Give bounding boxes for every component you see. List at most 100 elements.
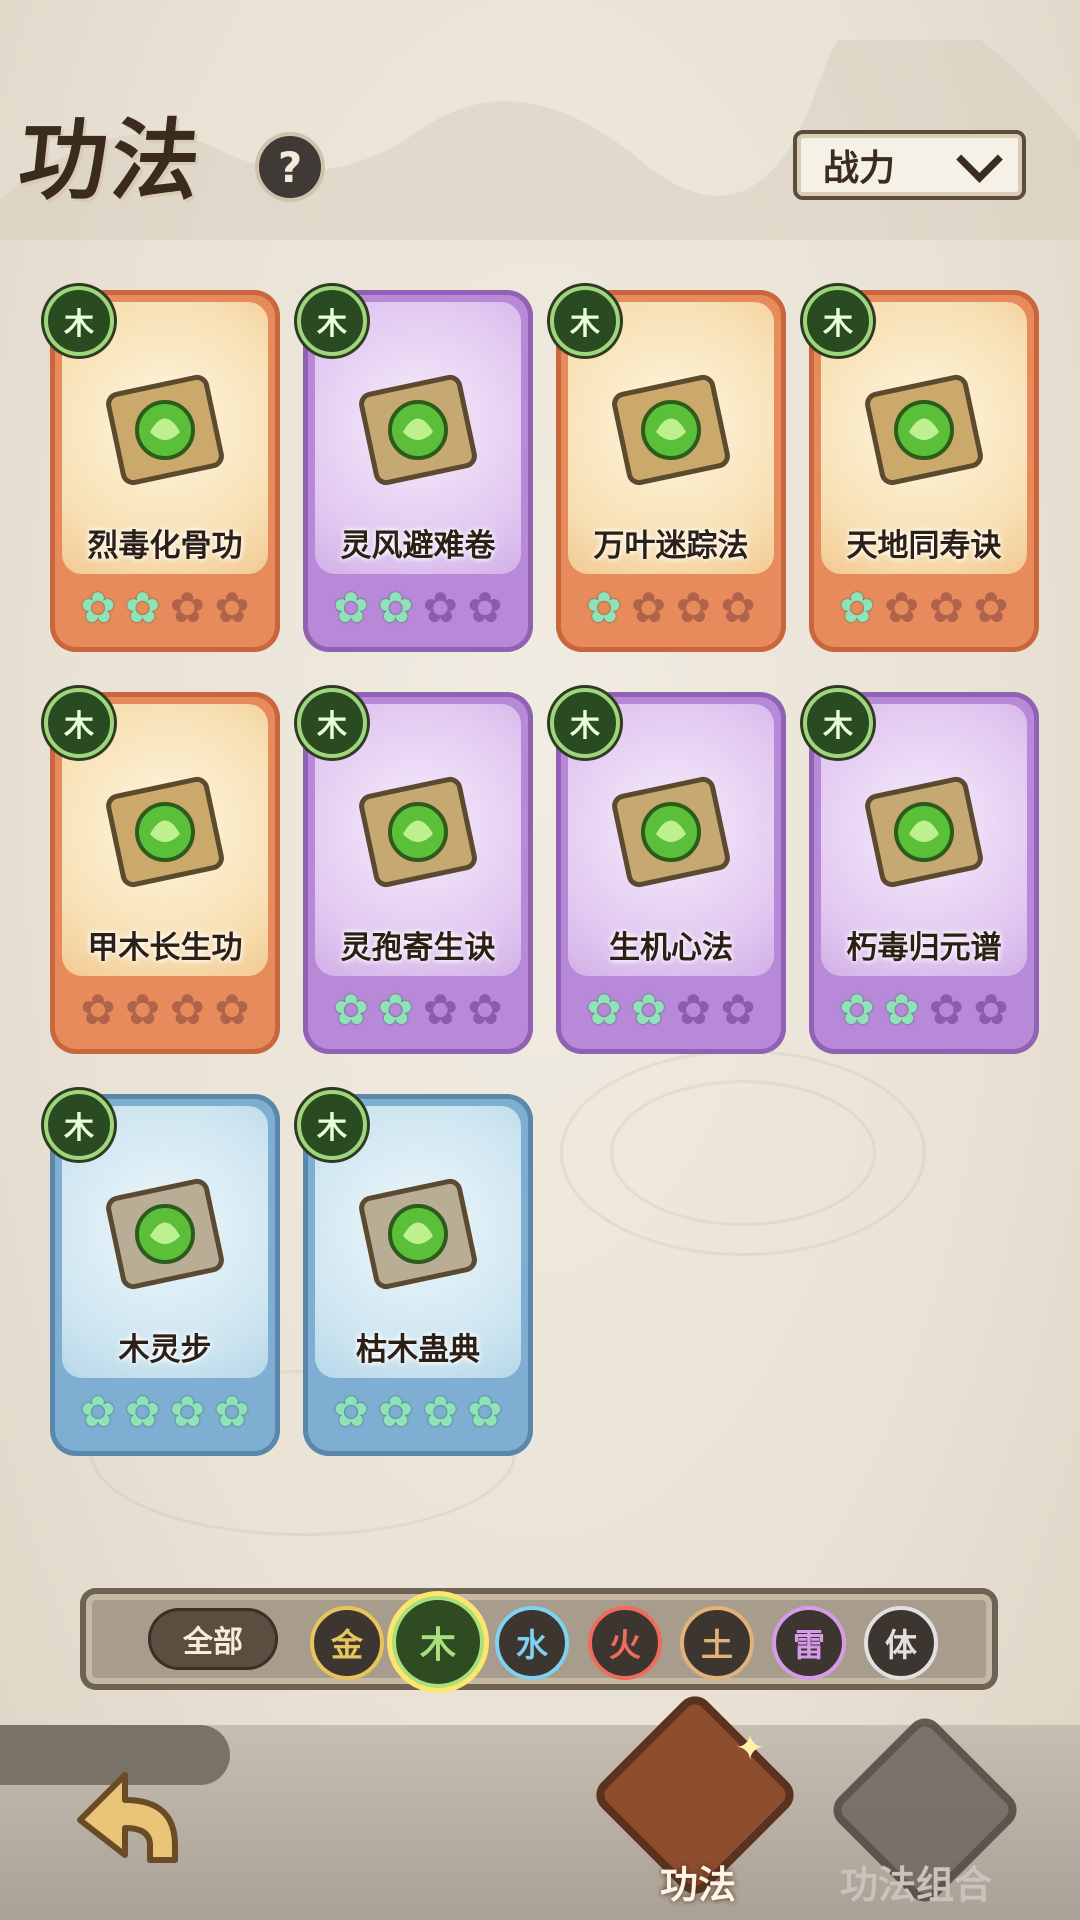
star-rating: ✿ ✿ ✿ ✿ (76, 585, 254, 631)
skill-card-name: 枯木蛊典 (356, 1332, 480, 1368)
help-icon[interactable]: ? (255, 132, 325, 202)
filter-element-chip[interactable]: 金 (310, 1606, 384, 1680)
skill-card-name: 万叶迷踪法 (593, 528, 749, 564)
skill-card-name: 朽毒归元谱 (846, 930, 1002, 966)
star-rating: ✿ ✿ ✿ ✿ (329, 987, 507, 1033)
star-icon: ✿ (214, 583, 250, 632)
star-icon: ✿ (720, 985, 756, 1034)
skill-card[interactable]: 朽毒归元谱 ✿ ✿ ✿ ✿ 木 (803, 688, 1039, 1054)
star-rating: ✿ ✿ ✿ ✿ (329, 1389, 507, 1435)
star-icon: ✿ (80, 583, 116, 632)
dragon-frame-poison-skull-icon (106, 374, 224, 486)
element-badge: 木 (44, 286, 114, 356)
star-icon: ✿ (928, 583, 964, 632)
star-icon: ✿ (169, 985, 205, 1034)
star-icon: ✿ (125, 985, 161, 1034)
star-icon: ✿ (214, 985, 250, 1034)
skill-card-name: 生机心法 (609, 930, 733, 966)
star-icon: ✿ (125, 583, 161, 632)
tab-gongfa-combo-label[interactable]: 功法组合 (840, 1854, 992, 1909)
star-icon: ✿ (422, 985, 458, 1034)
element-badge: 木 (44, 688, 114, 758)
element-badge: 木 (550, 286, 620, 356)
dragon-frame-statue-icon (865, 374, 983, 486)
star-icon: ✿ (839, 985, 875, 1034)
skill-card[interactable]: 灵孢寄生诀 ✿ ✿ ✿ ✿ 木 (297, 688, 533, 1054)
page-title: 功法 (14, 108, 209, 212)
star-rating: ✿ ✿ ✿ ✿ (835, 585, 1013, 631)
skill-card[interactable]: 万叶迷踪法 ✿ ✿ ✿ ✿ 木 (550, 286, 786, 652)
star-icon: ✿ (675, 583, 711, 632)
tab-gongfa-label[interactable]: 功法 (660, 1854, 736, 1909)
star-icon: ✿ (467, 583, 503, 632)
star-icon: ✿ (586, 583, 622, 632)
star-icon: ✿ (467, 985, 503, 1034)
filter-element-chip[interactable]: 水 (495, 1606, 569, 1680)
skill-card[interactable]: 枯木蛊典 ✿ ✿ ✿ ✿ 木 (297, 1090, 533, 1456)
book-leaf-icon (106, 1178, 224, 1290)
scroll-skull-icon (865, 776, 983, 888)
element-badge: 木 (803, 688, 873, 758)
sort-dropdown[interactable]: 战力 (793, 130, 1026, 200)
star-icon: ✿ (884, 583, 920, 632)
element-badge: 木 (550, 688, 620, 758)
skill-card[interactable]: 灵风避难卷 ✿ ✿ ✿ ✿ 木 (297, 286, 533, 652)
skill-card[interactable]: 生机心法 ✿ ✿ ✿ ✿ 木 (550, 688, 786, 1054)
filter-element-chip[interactable]: 体 (864, 1606, 938, 1680)
filter-element-chip[interactable]: 雷 (772, 1606, 846, 1680)
star-icon: ✿ (333, 985, 369, 1034)
star-icon: ✿ (169, 583, 205, 632)
star-icon: ✿ (422, 1387, 458, 1436)
filter-element-chip[interactable]: 木 (392, 1596, 484, 1688)
skill-card[interactable]: 甲木长生功 ✿ ✿ ✿ ✿ 木 (44, 688, 280, 1054)
skill-card-name: 灵孢寄生诀 (340, 930, 496, 966)
star-icon: ✿ (675, 985, 711, 1034)
star-icon: ✿ (467, 1387, 503, 1436)
star-icon: ✿ (378, 583, 414, 632)
star-icon: ✿ (80, 1387, 116, 1436)
back-arrow-icon[interactable] (60, 1750, 190, 1880)
skill-card-name: 灵风避难卷 (340, 528, 496, 564)
skill-card-name: 甲木长生功 (87, 930, 243, 966)
dragon-frame-leaves-icon (612, 374, 730, 486)
star-icon: ✿ (928, 985, 964, 1034)
star-rating: ✿ ✿ ✿ ✿ (329, 585, 507, 631)
scroll-leaf-icon (359, 374, 477, 486)
star-icon: ✿ (422, 583, 458, 632)
star-icon: ✿ (80, 985, 116, 1034)
skill-card[interactable]: 天地同寿诀 ✿ ✿ ✿ ✿ 木 (803, 286, 1039, 652)
skill-card[interactable]: 木灵步 ✿ ✿ ✿ ✿ 木 (44, 1090, 280, 1456)
star-icon: ✿ (586, 985, 622, 1034)
element-badge: 木 (297, 688, 367, 758)
star-icon: ✿ (631, 985, 667, 1034)
star-icon: ✿ (333, 583, 369, 632)
sparkle-icon: ✦ (735, 1728, 766, 1769)
star-icon: ✿ (169, 1387, 205, 1436)
star-icon: ✿ (973, 583, 1009, 632)
cloud-swirl (610, 1080, 876, 1226)
star-rating: ✿ ✿ ✿ ✿ (582, 987, 760, 1033)
chevron-down-icon (956, 135, 1003, 183)
scroll-spore-figure-icon (359, 776, 477, 888)
star-icon: ✿ (631, 583, 667, 632)
star-rating: ✿ ✿ ✿ ✿ (582, 585, 760, 631)
element-badge: 木 (803, 286, 873, 356)
element-badge: 木 (297, 286, 367, 356)
dragon-frame-tree-icon (106, 776, 224, 888)
star-icon: ✿ (839, 583, 875, 632)
star-icon: ✿ (973, 985, 1009, 1034)
skill-card-name: 天地同寿诀 (846, 528, 1002, 564)
star-rating: ✿ ✿ ✿ ✿ (76, 987, 254, 1033)
star-icon: ✿ (378, 985, 414, 1034)
star-icon: ✿ (333, 1387, 369, 1436)
skill-card[interactable]: 烈毒化骨功 ✿ ✿ ✿ ✿ 木 (44, 286, 280, 652)
filter-all-button[interactable]: 全部 (148, 1608, 278, 1670)
scroll-vitality-icon (612, 776, 730, 888)
filter-element-chip[interactable]: 火 (588, 1606, 662, 1680)
star-icon: ✿ (378, 1387, 414, 1436)
filter-element-chip[interactable]: 土 (680, 1606, 754, 1680)
book-skull-icon (359, 1178, 477, 1290)
star-rating: ✿ ✿ ✿ ✿ (76, 1389, 254, 1435)
star-icon: ✿ (720, 583, 756, 632)
skill-card-name: 木灵步 (118, 1332, 212, 1368)
